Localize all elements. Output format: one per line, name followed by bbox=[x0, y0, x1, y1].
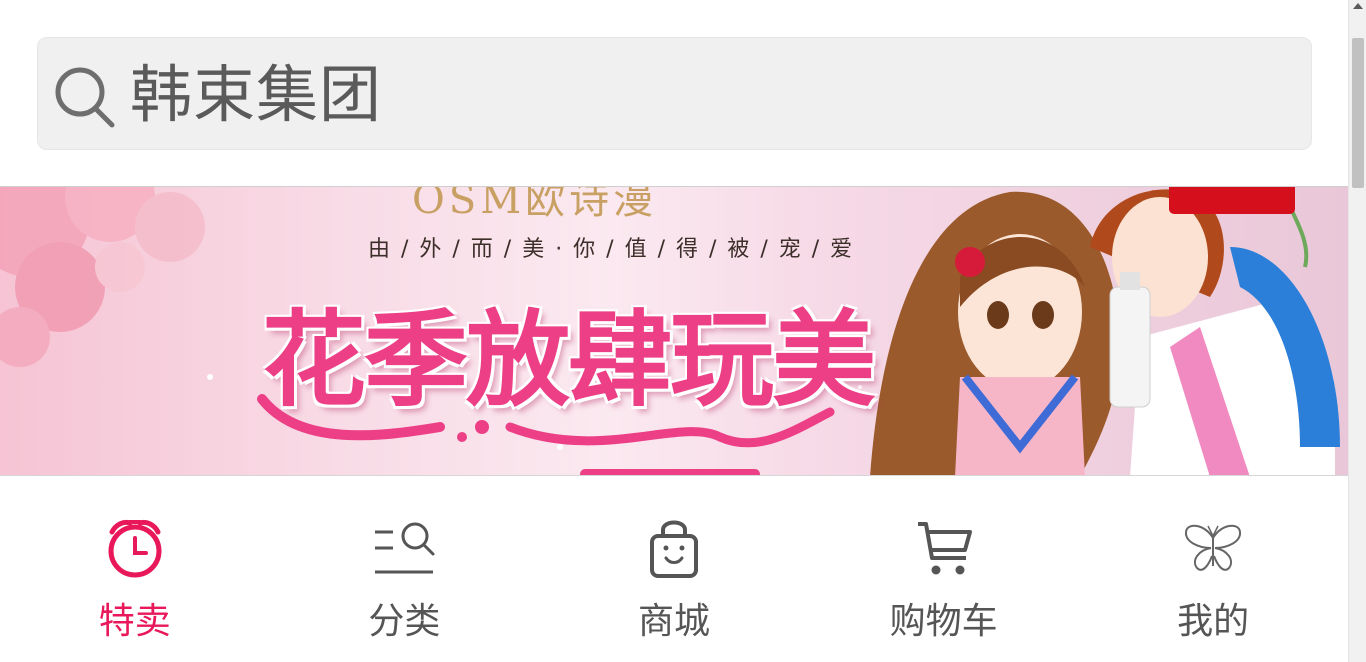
tab-sale[interactable]: 特卖 bbox=[0, 476, 270, 662]
shopping-bag-icon bbox=[649, 520, 698, 578]
banner-brand: OSM欧诗漫 bbox=[412, 186, 658, 223]
search-icon bbox=[55, 67, 115, 128]
vertical-scrollbar[interactable] bbox=[1348, 0, 1366, 662]
search-input-text[interactable]: 韩束集团 bbox=[130, 60, 382, 130]
search-box[interactable]: 韩束集团 bbox=[37, 37, 1312, 150]
alarm-clock-icon bbox=[108, 519, 162, 578]
butterfly-icon bbox=[1185, 524, 1242, 571]
search-header: 韩束集团 bbox=[0, 0, 1348, 186]
tab-label: 分类 bbox=[368, 601, 441, 642]
tab-label: 我的 bbox=[1177, 601, 1250, 642]
tab-label: 购物车 bbox=[889, 601, 998, 642]
bottom-tab-bar: 特卖 分类 商城 购物车 我的 bbox=[0, 476, 1348, 662]
promo-banner[interactable]: OSM欧诗漫 由 / 外 / 而 / 美 · 你 / 值 / 得 / 被 / 宠… bbox=[0, 186, 1348, 476]
category-search-icon bbox=[375, 522, 435, 574]
tab-mall[interactable]: 商城 bbox=[539, 476, 809, 662]
app-page: 韩束集团 OSM欧诗漫 由 / 外 / 而 / 美 · 你 / 值 / 得 / … bbox=[0, 0, 1366, 662]
tab-mine[interactable]: 我的 bbox=[1078, 476, 1348, 662]
tab-label: 特卖 bbox=[98, 601, 171, 642]
tab-category[interactable]: 分类 bbox=[270, 476, 540, 662]
banner-slogan: 由 / 外 / 而 / 美 · 你 / 值 / 得 / 被 / 宠 / 爱 bbox=[368, 237, 855, 262]
tab-cart[interactable]: 购物车 bbox=[809, 476, 1079, 662]
promo-tag bbox=[1169, 187, 1295, 214]
scroll-thumb[interactable] bbox=[1352, 38, 1364, 188]
cart-icon bbox=[917, 522, 972, 575]
banner-headline: 花季放肆玩美 bbox=[262, 299, 876, 421]
scroll-up-arrow-icon[interactable] bbox=[1353, 3, 1363, 9]
tab-label: 商城 bbox=[637, 601, 710, 642]
